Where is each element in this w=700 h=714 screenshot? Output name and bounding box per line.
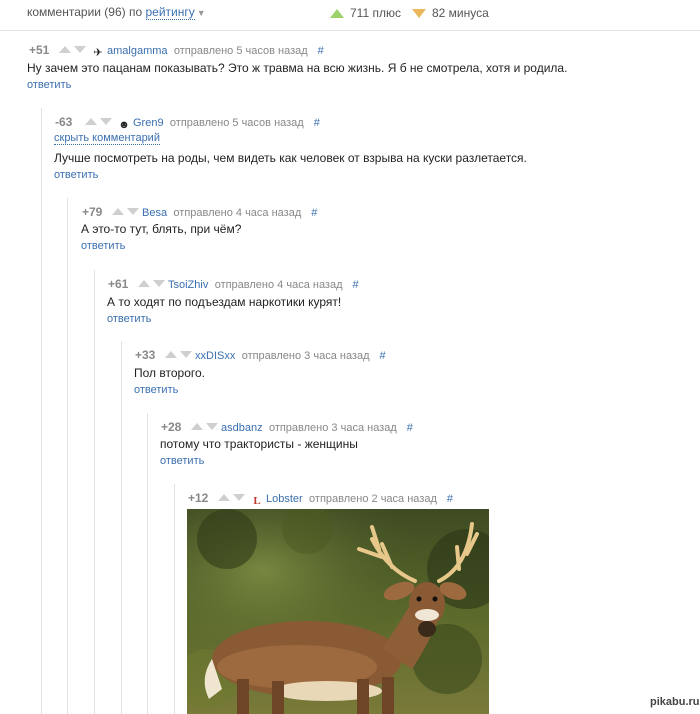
arrow-up-icon [330, 9, 344, 18]
comment-text: А это-то тут, блять, при чём? [81, 222, 242, 236]
comment-timestamp: отправлено 4 часа назад [214, 279, 343, 291]
comment-author[interactable]: xxDISxx [195, 350, 235, 362]
comment-text: Лучше посмотреть на роды, чем видеть как… [54, 151, 527, 165]
vote-buttons [165, 347, 192, 361]
comments-toolbar: комментарии (96) по рейтингу ▼ 711 плюс 8… [0, 0, 700, 31]
plus-filter[interactable]: 711 плюс [330, 6, 401, 20]
comments-count-text: комментарии (96) по [27, 5, 143, 19]
comment-permalink[interactable]: # [318, 45, 324, 57]
comment-timestamp: отправлено 2 часа назад [309, 493, 437, 505]
comment-header: +79 Besa отправлено 4 часа назад # [82, 204, 317, 219]
comment-timestamp: отправлено 5 часов назад [173, 45, 308, 57]
reply-link[interactable]: ответить [107, 313, 151, 325]
comment-permalink[interactable]: # [314, 117, 320, 129]
chevron-down-icon[interactable]: ▼ [197, 8, 206, 18]
sort-dropdown[interactable]: рейтингу [145, 5, 195, 20]
comment-author[interactable]: Lobster [266, 493, 303, 505]
vote-down-icon[interactable] [74, 46, 86, 53]
vote-down-icon[interactable] [100, 118, 112, 125]
comment-header: +33 xxDISxx отправлено 3 часа назад # [135, 347, 386, 362]
comment-rating: +51 [29, 43, 50, 57]
thread-line [174, 484, 175, 714]
comment-text: А то ходят по подъездам наркотики курят! [107, 295, 342, 309]
avatar: ✈ [93, 47, 103, 59]
comment-timestamp: отправлено 4 часа назад [173, 207, 302, 219]
comment-header: +12 L Lobster отправлено 2 часа назад # [188, 490, 453, 507]
comment-rating: +79 [82, 205, 103, 219]
vote-down-icon[interactable] [153, 280, 165, 287]
comment-header: +28 asdbanz отправлено 3 часа назад # [161, 419, 413, 434]
vote-down-icon[interactable] [233, 494, 245, 501]
vote-up-icon[interactable] [191, 423, 203, 430]
comment-image[interactable] [187, 509, 489, 714]
hide-comment-link[interactable]: скрыть комментарий [54, 132, 160, 145]
vote-up-icon[interactable] [165, 351, 177, 358]
reply-link[interactable]: ответить [27, 79, 71, 91]
thread-line [121, 341, 122, 714]
comment-author[interactable]: TsoiZhiv [168, 279, 208, 291]
comment-timestamp: отправлено 3 часа назад [241, 350, 370, 362]
comment-text: Пол второго. [134, 366, 205, 380]
comment-author[interactable]: amalgamma [107, 45, 168, 57]
reply-link[interactable]: ответить [160, 455, 204, 467]
comment-timestamp: отправлено 3 часа назад [268, 422, 397, 434]
comment-permalink[interactable]: # [311, 207, 317, 219]
comment-author[interactable]: asdbanz [221, 422, 263, 434]
vote-down-icon[interactable] [180, 351, 192, 358]
plus-count: 711 плюс [350, 6, 401, 20]
reply-link[interactable]: ответить [81, 240, 125, 252]
comment-rating: +28 [161, 420, 182, 434]
vote-buttons [85, 114, 112, 128]
thread-line [94, 270, 95, 714]
vote-down-icon[interactable] [127, 208, 139, 215]
vote-up-icon[interactable] [85, 118, 97, 125]
vote-down-icon[interactable] [206, 423, 218, 430]
comment-text: Ну зачем это пацанам показывать? Это ж т… [27, 61, 568, 75]
comment-permalink[interactable]: # [353, 279, 359, 291]
comment-permalink[interactable]: # [447, 493, 453, 505]
watermark: pikabu.ru [650, 696, 700, 708]
comment-header: +51 ✈ amalgamma отправлено 5 часов назад # [29, 42, 324, 59]
vote-buttons [218, 490, 245, 504]
vote-up-icon[interactable] [112, 208, 124, 215]
comment-text: потому что трактористы - женщины [160, 437, 358, 451]
arrow-down-icon [412, 9, 426, 18]
vote-buttons [112, 204, 139, 218]
comment-author[interactable]: Besa [142, 207, 167, 219]
comment-rating: +33 [135, 348, 156, 362]
reply-link[interactable]: ответить [54, 169, 98, 181]
comment-rating: +12 [188, 491, 209, 505]
comment-rating: -63 [55, 115, 73, 129]
thread-line [147, 413, 148, 714]
avatar: ☻ [118, 119, 130, 131]
thread-line [67, 198, 68, 714]
vote-buttons [138, 276, 165, 290]
comments-count-label: комментарии (96) по рейтингу ▼ [27, 5, 206, 20]
comment-rating: +61 [108, 277, 129, 291]
vote-up-icon[interactable] [218, 494, 230, 501]
thread-line [41, 108, 42, 714]
comment-header: +61 TsoiZhiv отправлено 4 часа назад # [108, 276, 359, 291]
vote-buttons [191, 419, 218, 433]
comment-timestamp: отправлено 5 часов назад [169, 117, 304, 129]
minus-filter[interactable]: 82 минуса [412, 6, 489, 20]
comment-permalink[interactable]: # [380, 350, 386, 362]
vote-up-icon[interactable] [138, 280, 150, 287]
reply-link[interactable]: ответить [134, 384, 178, 396]
vote-buttons [59, 42, 86, 56]
avatar: L [253, 495, 261, 507]
comment-author[interactable]: Gren9 [133, 117, 164, 129]
comment-permalink[interactable]: # [407, 422, 413, 434]
vote-up-icon[interactable] [59, 46, 71, 53]
minus-count: 82 минуса [432, 6, 489, 20]
comment-header: -63 ☻ Gren9 отправлено 5 часов назад # [55, 114, 320, 131]
deer-photo [187, 509, 489, 714]
